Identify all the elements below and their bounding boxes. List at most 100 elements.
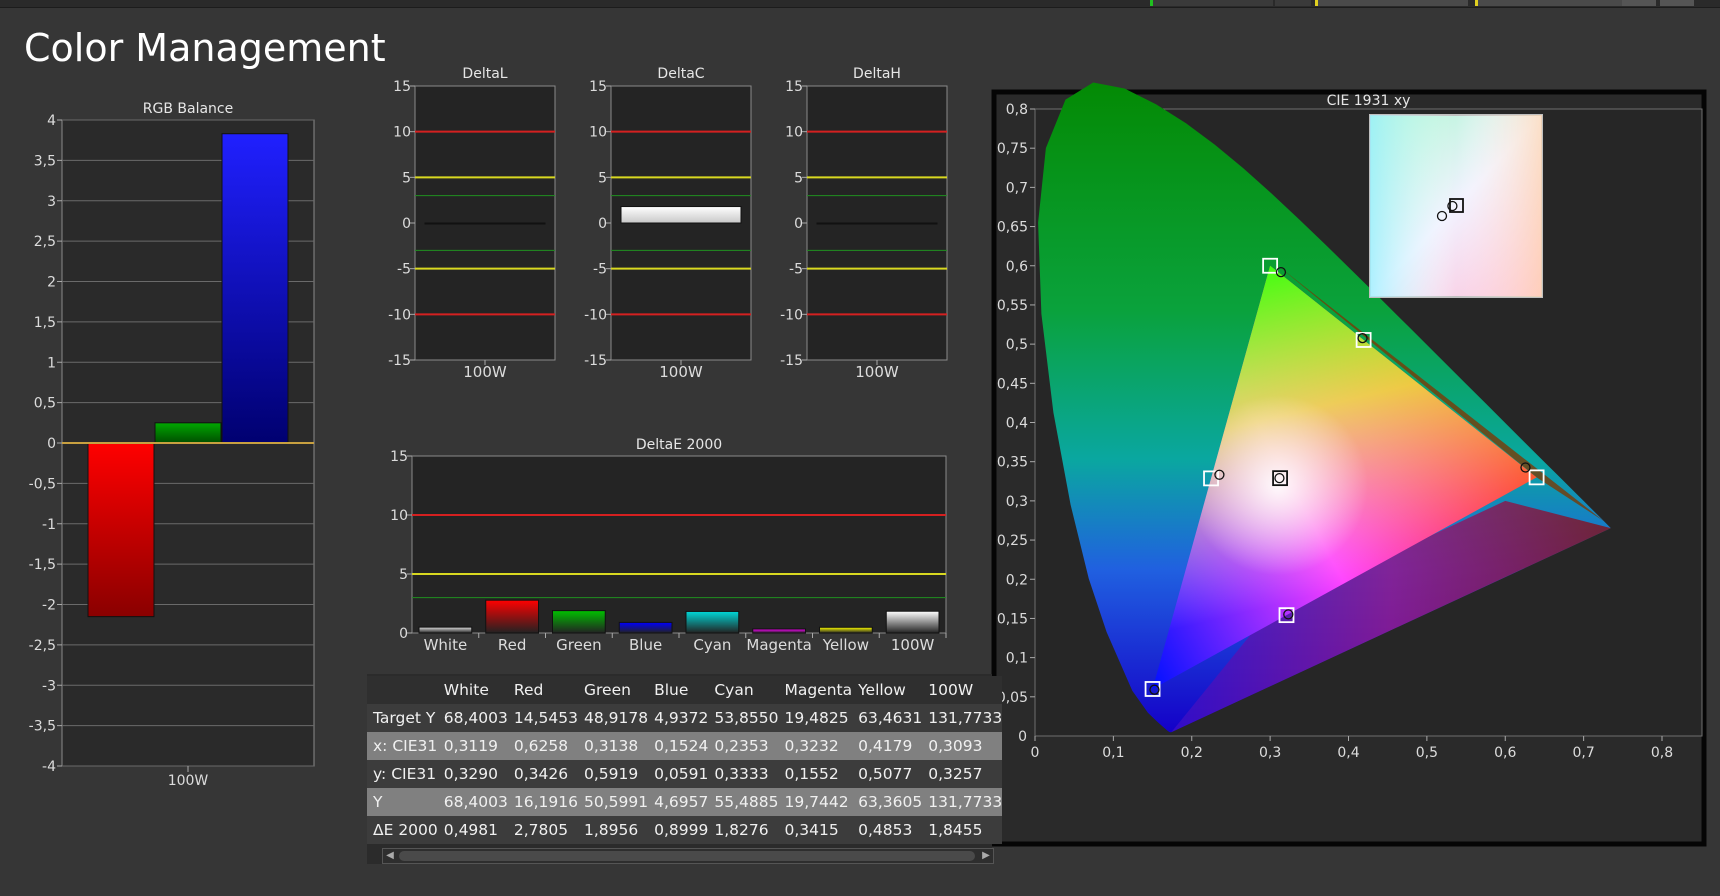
table-row: x: CIE31 0,3119 0,6258 0,3138 0,1524 0,2353 0,… — [367, 732, 1003, 760]
x-tick-label: Blue — [629, 636, 662, 654]
bar-cyan — [685, 610, 740, 634]
table-cell: 0,3232 — [778, 732, 853, 760]
table-cell: 19,7442 — [778, 788, 853, 816]
y-tick-label: 0,5 — [34, 396, 56, 412]
y-tick-label: 15 — [589, 79, 607, 95]
table-cell: 0,5919 — [578, 760, 649, 788]
table-row: ΔE 2000 0,4981 2,7805 1,8956 0,8999 1,8276 0,3… — [367, 816, 1003, 844]
col-header: Yellow — [852, 676, 923, 704]
col-header: Cyan — [708, 676, 779, 704]
delta-l-chart: DeltaL 15 10 5 0 -5 -10 -15 100W — [388, 66, 556, 381]
y-tick-label: 0,75 — [997, 141, 1028, 157]
y-tick-label: 10 — [589, 125, 607, 141]
y-tick-label: -10 — [780, 307, 803, 323]
y-tick-label: 0,1 — [1006, 651, 1028, 667]
x-tick-label: 100W — [891, 636, 935, 654]
table-cell: 53,8550 — [708, 704, 779, 732]
x-tick-label: Magenta — [746, 636, 811, 654]
table-cell: 0,4179 — [852, 732, 923, 760]
delta-bar — [816, 222, 938, 225]
table-cell: 55,4885 — [708, 788, 779, 816]
table-cell: 50,5991 — [578, 788, 649, 816]
x-tick-label: 0,8 — [1651, 745, 1673, 761]
table-cell: 0,3415 — [778, 816, 853, 844]
col-header: White — [437, 676, 508, 704]
x-tick-label: 100W — [855, 363, 899, 381]
x-tick-label: 100W — [168, 773, 209, 789]
chart-title: DeltaE 2000 — [636, 437, 722, 453]
table-row: Target Y 68,4003 14,5453 48,9178 4,9372 53,85… — [367, 704, 1003, 732]
y-tick-label: -4 — [42, 759, 56, 775]
table-cell: 0,3138 — [578, 732, 649, 760]
table-cell: 19,4825 — [778, 704, 853, 732]
x-tick-label: 0,5 — [1416, 745, 1438, 761]
x-tick-label: Yellow — [822, 636, 869, 654]
table-cell: 0,3093 — [922, 732, 1003, 760]
bar-red — [485, 599, 539, 634]
horizontal-scrollbar[interactable]: ◀ ▶ — [382, 848, 994, 864]
col-header: Magenta — [778, 676, 853, 704]
page-title: Color Management — [24, 26, 386, 70]
table-cell: 0,3119 — [437, 732, 508, 760]
table-cell: 0,3333 — [708, 760, 779, 788]
y-tick-label: 15 — [785, 79, 803, 95]
y-tick-label: 0,8 — [1006, 102, 1028, 118]
y-tick-label: 0 — [598, 216, 607, 232]
table-cell: 48,9178 — [578, 704, 649, 732]
y-tick-label: 15 — [393, 79, 411, 95]
chart-title: RGB Balance — [143, 101, 233, 117]
table-cell: 4,9372 — [648, 704, 709, 732]
y-tick-label: 10 — [390, 508, 408, 524]
table-cell: 16,1916 — [507, 788, 578, 816]
y-tick-label: 3,5 — [34, 153, 56, 169]
y-tick-label: -10 — [584, 307, 607, 323]
table-cell: 0,4981 — [437, 816, 508, 844]
bar-rgb-0 — [87, 442, 155, 618]
bar-rgb-1 — [154, 422, 222, 444]
row-label: Y — [367, 788, 438, 816]
delta-e-2000-chart: DeltaE 2000 15 10 5 0 White Red Green Blue Cyan Ma… — [390, 437, 947, 654]
delta-c-chart: DeltaC 15 10 5 0 -5 -10 -15 100W — [584, 66, 752, 381]
bar-green — [552, 610, 606, 634]
table-cell: 68,4003 — [437, 704, 508, 732]
bar-100w — [885, 610, 940, 634]
y-tick-label: 2 — [47, 275, 56, 291]
y-tick-label: 0,3 — [1006, 494, 1028, 510]
x-tick-label: 0,6 — [1494, 745, 1516, 761]
y-tick-label: 0,6 — [1006, 259, 1028, 275]
y-tick-label: -15 — [584, 353, 607, 369]
zoom-inset-overlay — [1370, 115, 1542, 297]
bar-yellow — [819, 626, 873, 634]
y-tick-label: 0,55 — [997, 298, 1028, 314]
y-tick-label: -1,5 — [29, 557, 56, 573]
y-tick-label: 15 — [390, 449, 408, 465]
table-cell: 131,7733 — [922, 788, 1003, 816]
scroll-thumb[interactable] — [399, 851, 975, 861]
y-tick-label: 0,2 — [1006, 572, 1028, 588]
y-tick-label: -15 — [780, 353, 803, 369]
y-tick-label: 0 — [402, 216, 411, 232]
cie-1931-chart: CIE 1931 xy0 0,1 0,2 0,3 0,4 0,5 0,6 0,7 0,800,0… — [991, 82, 1707, 847]
table-cell: 1,8276 — [708, 816, 779, 844]
col-header: Red — [507, 676, 578, 704]
rgb-balance-chart: RGB Balance 4 3,5 3 2,5 2 1,5 1 0,5 0 -0,5 -1 -1,5 -2… — [29, 101, 315, 789]
x-tick-label: Red — [498, 636, 527, 654]
y-tick-label: 5 — [399, 567, 408, 583]
bar-rgb-2 — [221, 133, 289, 444]
y-tick-label: 5 — [402, 170, 411, 186]
y-tick-label: 10 — [393, 125, 411, 141]
table-row: y: CIE31 0,3290 0,3426 0,5919 0,0591 0,3333 0,… — [367, 760, 1003, 788]
x-tick-label: 100W — [463, 363, 507, 381]
table-cell: 0,1524 — [648, 732, 709, 760]
y-tick-label: 0 — [47, 436, 56, 452]
y-tick-label: 1 — [47, 355, 56, 371]
chart-title: DeltaC — [657, 66, 704, 82]
table-cell: 0,3290 — [437, 760, 508, 788]
bar-white — [418, 626, 473, 634]
scroll-left-icon[interactable]: ◀ — [383, 849, 397, 863]
row-label: x: CIE31 — [367, 732, 438, 760]
scroll-right-icon[interactable]: ▶ — [979, 849, 993, 863]
table-cell: 0,5077 — [852, 760, 923, 788]
y-tick-label: 0,15 — [997, 611, 1028, 627]
table-cell: 0,3426 — [507, 760, 578, 788]
